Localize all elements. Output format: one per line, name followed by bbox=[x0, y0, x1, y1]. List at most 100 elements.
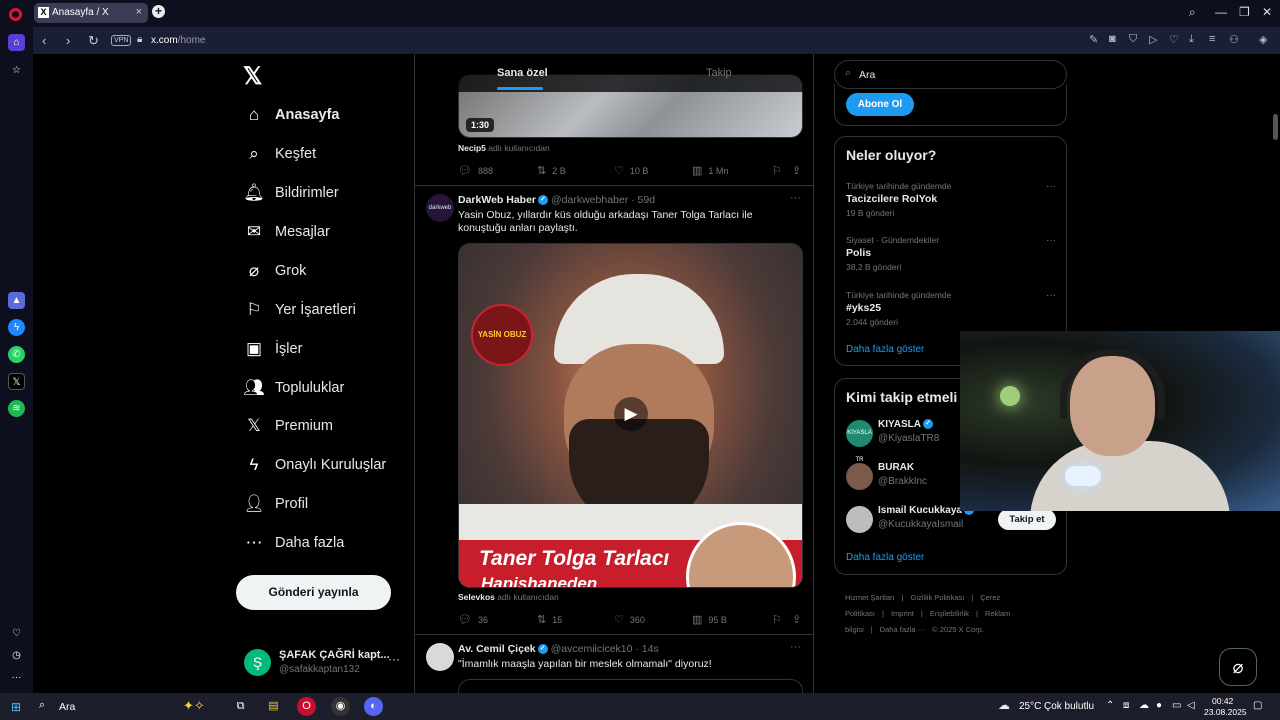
avatar[interactable] bbox=[846, 463, 873, 490]
history-icon[interactable]: ◷ bbox=[8, 647, 25, 664]
footer-link[interactable]: Imprint bbox=[891, 609, 914, 618]
whatsapp-icon[interactable]: ✆ bbox=[8, 346, 25, 363]
edit-icon[interactable]: ✎ bbox=[1089, 33, 1098, 46]
network-icon[interactable]: ▭ bbox=[1172, 700, 1181, 711]
favorites-icon[interactable]: ♡ bbox=[8, 625, 25, 642]
minimize-icon[interactable]: — bbox=[1215, 5, 1227, 19]
suggested-user-handle[interactable]: @BrakkInc bbox=[878, 476, 927, 487]
avatar[interactable]: darkweb bbox=[426, 194, 454, 222]
views-button[interactable]: ▥ 95 B bbox=[692, 613, 727, 626]
shield-icon[interactable]: ⛉ bbox=[1129, 33, 1137, 46]
task-view-icon[interactable]: ⧉ bbox=[231, 697, 250, 716]
nav-item-lightning[interactable]: ϟ Onaylı Kuruluşlar bbox=[243, 450, 387, 480]
reply-button[interactable]: 💬︎ 888 bbox=[458, 164, 493, 177]
nav-item-x-premium[interactable]: 𝕏 Premium bbox=[243, 411, 333, 441]
media-attribution[interactable]: Necip5 adlı kullanıcıdan bbox=[458, 143, 550, 153]
windows-start-icon[interactable]: ⊞ bbox=[11, 700, 21, 714]
menu-icon[interactable]: ≡ bbox=[1209, 33, 1215, 45]
taskbar-search[interactable]: ⌕ Ara ✦✧ bbox=[33, 696, 219, 717]
tray-mic-icon[interactable]: ● bbox=[1156, 700, 1162, 711]
close-tab-icon[interactable]: × bbox=[136, 6, 142, 18]
new-tab-button[interactable]: + bbox=[152, 5, 165, 18]
like-button[interactable]: ♡ 10 B bbox=[614, 164, 648, 177]
volume-icon[interactable]: ◁ bbox=[1187, 700, 1195, 711]
spotify-icon[interactable]: ≋ bbox=[8, 400, 25, 417]
weather-description[interactable]: Çok bulutlu bbox=[1044, 701, 1094, 712]
trend-more-icon[interactable]: ··· bbox=[1046, 290, 1056, 301]
grok-icon[interactable]: ⌀ bbox=[1219, 648, 1257, 686]
avatar[interactable] bbox=[846, 506, 873, 533]
weather-temperature[interactable]: 25°C bbox=[1019, 701, 1041, 712]
trend-context[interactable]: Türkiye tarihinde gündemde bbox=[846, 181, 951, 191]
trend-context[interactable]: Siyaset · Gündemdekiler bbox=[846, 235, 939, 245]
share-button[interactable]: ⇪ bbox=[792, 164, 801, 177]
nav-item-grok[interactable]: ⌀ Grok bbox=[243, 256, 307, 286]
media-attribution[interactable]: Selevkos adlı kullanıcıdan bbox=[458, 592, 559, 602]
trend-name[interactable]: Tacizcilere RolYok bbox=[846, 193, 937, 205]
obs-icon[interactable]: ◉ bbox=[331, 697, 350, 716]
footer-link[interactable]: Gizlilik Politikası bbox=[911, 593, 965, 602]
tweet-header[interactable]: DarkWeb Haber ✓ @darkwebhaber · 59d bbox=[458, 194, 655, 206]
nav-item-more-circle[interactable]: ⋯ Daha fazla bbox=[243, 528, 345, 558]
notifications-icon[interactable]: ▢ bbox=[1253, 700, 1262, 711]
bookmark-button[interactable]: ⚐ bbox=[772, 613, 782, 626]
nav-item-mail[interactable]: ✉ Mesajlar bbox=[243, 217, 330, 247]
trends-show-more[interactable]: Daha fazla göster bbox=[846, 344, 924, 355]
repost-button[interactable]: ⇅ 15 bbox=[537, 613, 562, 626]
suggested-user-name[interactable]: BURAK bbox=[878, 462, 914, 473]
home-speed-dial-icon[interactable]: ⌂ bbox=[8, 34, 25, 51]
maximize-icon[interactable]: ❐ bbox=[1239, 5, 1250, 19]
aria-icon[interactable]: ◈ bbox=[1259, 33, 1267, 46]
nav-item-bell[interactable]: 🔔︎ Bildirimler bbox=[243, 178, 338, 208]
who-to-follow-show-more[interactable]: Daha fazla göster bbox=[846, 552, 924, 563]
heart-icon[interactable]: ♡ bbox=[1169, 33, 1179, 46]
search-input[interactable]: ⌕ Ara bbox=[834, 60, 1067, 89]
subscribe-button[interactable]: Abone Ol bbox=[846, 93, 914, 116]
opera-logo-icon[interactable] bbox=[9, 8, 22, 21]
tray-overflow-icon[interactable]: ⌃ bbox=[1106, 700, 1114, 711]
like-button[interactable]: ♡ 360 bbox=[614, 613, 645, 626]
trend-context[interactable]: Türkiye tarihinde gündemde bbox=[846, 290, 951, 300]
download-icon[interactable]: ⤓ bbox=[1189, 33, 1194, 46]
trend-more-icon[interactable]: ··· bbox=[1046, 181, 1056, 192]
nav-item-home[interactable]: ⌂ Anasayfa bbox=[243, 100, 340, 130]
profile-handle[interactable]: @safakkaptan132 bbox=[279, 664, 360, 675]
nav-item-bookmark[interactable]: ⚐ Yer İşaretleri bbox=[243, 295, 356, 325]
nav-item-person[interactable]: 👤︎ Profil bbox=[243, 489, 308, 519]
trend-more-icon[interactable]: ··· bbox=[1046, 235, 1056, 246]
forward-icon[interactable]: › bbox=[66, 33, 70, 48]
aria-app-icon[interactable]: ▲ bbox=[8, 292, 25, 309]
avatar[interactable] bbox=[426, 643, 454, 671]
avatar[interactable]: KIYASLA TR bbox=[846, 420, 873, 463]
nav-item-communities[interactable]: 👥︎ Topluluklar bbox=[243, 373, 344, 403]
account-icon[interactable]: ⚇ bbox=[1229, 33, 1239, 46]
vpn-badge[interactable]: VPN bbox=[111, 35, 132, 46]
footer-link[interactable]: © 2025 X Corp. bbox=[932, 625, 984, 634]
play-icon[interactable]: ▷ bbox=[1149, 33, 1157, 46]
tray-app-icon[interactable]: ⧈ bbox=[1123, 700, 1129, 711]
suggested-user-handle[interactable]: @KiyaslaTR8 bbox=[878, 433, 939, 444]
clock-time[interactable]: 00:42 bbox=[1212, 696, 1233, 706]
nav-item-briefcase[interactable]: ▣ İşler bbox=[243, 334, 302, 364]
sidebar-more-icon[interactable]: ··· bbox=[8, 669, 25, 686]
browser-search-icon[interactable]: ⌕ bbox=[1189, 5, 1196, 20]
trend-count[interactable]: 2.044 gönderi bbox=[846, 317, 898, 327]
nav-item-search[interactable]: ⌕ Keşfet bbox=[243, 139, 316, 169]
trend-count[interactable]: 19 B gönderi bbox=[846, 208, 894, 218]
suggested-user-name[interactable]: KIYASLA ✓ bbox=[878, 419, 933, 430]
follow-button[interactable]: Takip et bbox=[998, 509, 1056, 530]
repost-button[interactable]: ⇅ 2 B bbox=[537, 164, 566, 177]
tray-weather-icon[interactable]: ☁ bbox=[1139, 700, 1149, 711]
tab-following[interactable]: Takip bbox=[706, 67, 732, 79]
back-icon[interactable]: ‹ bbox=[42, 33, 46, 48]
x-app-icon[interactable]: 𝕏 bbox=[8, 373, 25, 390]
reply-button[interactable]: 💬︎ 36 bbox=[458, 613, 488, 626]
post-more-icon[interactable]: ··· bbox=[790, 641, 801, 653]
trend-name[interactable]: Polis bbox=[846, 247, 871, 259]
footer-link[interactable]: Hizmet Şartları bbox=[845, 593, 895, 602]
play-icon[interactable]: ▶ bbox=[614, 397, 648, 431]
window-close-icon[interactable]: ✕ bbox=[1262, 5, 1272, 19]
browser-tab[interactable]: X Anasayfa / X × bbox=[34, 3, 148, 23]
camera-icon[interactable]: ◙ bbox=[1109, 33, 1116, 45]
scrollbar-thumb[interactable] bbox=[1273, 114, 1278, 140]
